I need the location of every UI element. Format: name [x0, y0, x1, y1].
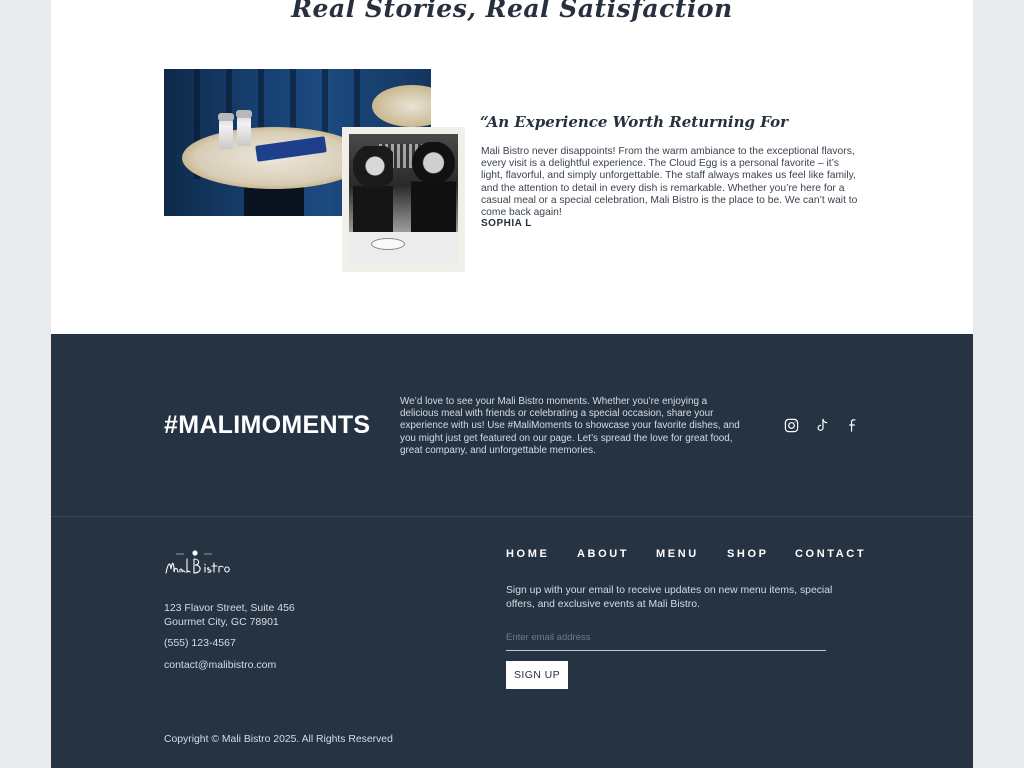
malimoments-title: #MALIMOMENTS [164, 411, 371, 439]
testimonial-section: Real Stories, Real Satisfaction “An Expe… [51, 0, 973, 334]
address-line-2: Gourmet City, GC 78901 [164, 616, 279, 628]
phone-number: (555) 123-4567 [164, 637, 236, 649]
facebook-icon[interactable] [845, 418, 860, 433]
nav-home[interactable]: HOME [506, 548, 577, 560]
couple-dining-photo [342, 127, 465, 272]
nav-shop[interactable]: SHOP [727, 548, 795, 560]
email-input[interactable] [506, 625, 826, 651]
tiktok-icon[interactable] [815, 418, 830, 433]
address-line-1: 123 Flavor Street, Suite 456 [164, 602, 295, 614]
copyright: Copyright © Mali Bistro 2025. All Rights… [164, 734, 393, 745]
quote-title: “An Experience Worth Returning For [480, 113, 788, 131]
malimoments-text: We’d love to see your Mali Bistro moment… [400, 396, 740, 456]
mali-bistro-logo[interactable] [164, 547, 236, 581]
malimoments-section: #MALIMOMENTS We’d love to see your Mali … [51, 334, 973, 517]
footer: 123 Flavor Street, Suite 456 Gourmet Cit… [51, 517, 973, 768]
nav-about[interactable]: ABOUT [577, 548, 656, 560]
nav-menu[interactable]: MENU [656, 548, 727, 560]
contact-email-link[interactable]: contact@malibistro.com [164, 659, 276, 671]
signup-button[interactable]: SIGN UP [506, 661, 568, 689]
quote-body: Mali Bistro never disappoints! From the … [481, 146, 858, 219]
quote-author: SOPHIA L [481, 218, 532, 229]
nav-contact[interactable]: CONTACT [795, 548, 866, 560]
footer-nav: HOME ABOUT MENU SHOP CONTACT [506, 548, 866, 560]
address: 123 Flavor Street, Suite 456 Gourmet Cit… [164, 601, 295, 629]
page: Real Stories, Real Satisfaction “An Expe… [51, 0, 973, 768]
instagram-icon[interactable] [784, 418, 799, 433]
section-heading: Real Stories, Real Satisfaction [291, 0, 733, 23]
signup-text: Sign up with your email to receive updat… [506, 585, 833, 610]
